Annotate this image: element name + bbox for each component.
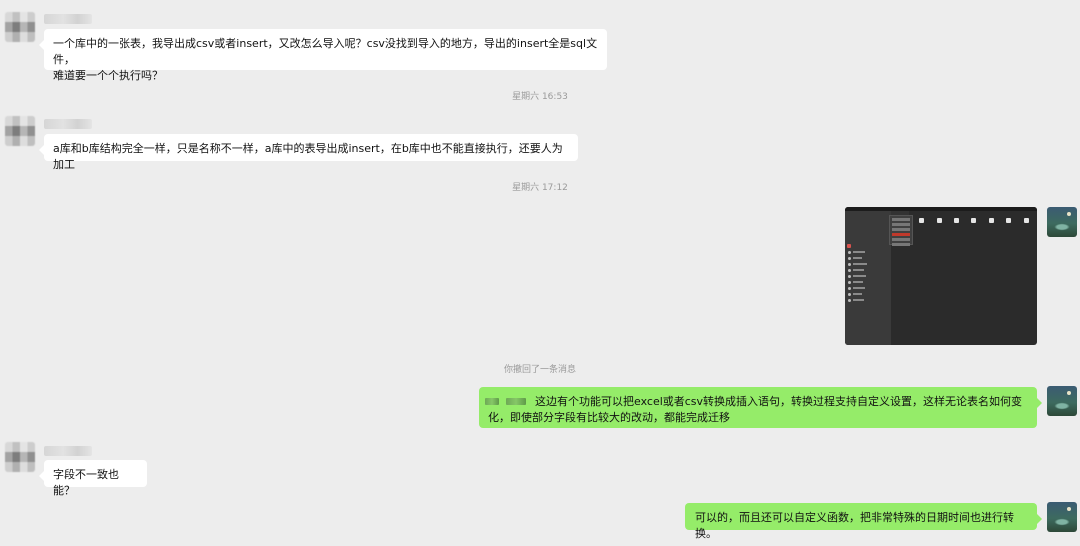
my-avatar[interactable] (1047, 386, 1077, 416)
recall-notice: 你撤回了一条消息 (503, 365, 576, 375)
message-text-line: 这边有个功能可以把excel或者csv转换成插入语句，转换过程支持自定义设置，这… (485, 394, 1028, 410)
screenshot-context-menu (889, 215, 913, 246)
message-text: 可以的，而且还可以自定义函数，把非常特殊的日期时间也进行转换。 (695, 511, 1014, 540)
contact-avatar[interactable] (5, 442, 35, 472)
timestamp: 星期六 16:53 (512, 92, 568, 102)
my-avatar[interactable] (1047, 502, 1077, 532)
contact-nickname-redacted (44, 14, 92, 24)
screenshot-sidebar (845, 211, 891, 345)
my-avatar[interactable] (1047, 207, 1077, 237)
screenshot-toolbar (913, 213, 1035, 227)
message-text: 难道要一个个执行吗？ (53, 69, 163, 82)
incoming-message[interactable]: 一个库中的一张表，我导出成csv或者insert，又改怎么导入呢？csv没找到导… (39, 29, 607, 82)
incoming-message[interactable]: 字段不一致也能？ (39, 460, 147, 497)
contact-avatar[interactable] (5, 116, 35, 146)
contact-nickname-redacted (44, 446, 92, 456)
message-text: a库和b库结构完全一样，只是名称不一样，a库中的表导出成insert，在b库中也… (53, 142, 563, 171)
message-text: 一个库中的一张表，我导出成csv或者insert，又改怎么导入呢？csv没找到导… (53, 37, 598, 66)
message-text: 化，即使部分字段有比较大的改动，都能完成迁移 (488, 411, 730, 424)
redacted-name (506, 398, 526, 405)
message-text: 这边有个功能可以把excel或者csv转换成插入语句，转换过程支持自定义设置，这… (535, 395, 1023, 408)
outgoing-message[interactable]: 可以的，而且还可以自定义函数，把非常特殊的日期时间也进行转换。 (685, 503, 1042, 540)
incoming-message[interactable]: a库和b库结构完全一样，只是名称不一样，a库中的表导出成insert，在b库中也… (39, 134, 578, 171)
redacted-name (485, 398, 499, 405)
outgoing-message[interactable]: 这边有个功能可以把excel或者csv转换成插入语句，转换过程支持自定义设置，这… (479, 387, 1042, 428)
contact-avatar[interactable] (5, 12, 35, 42)
contact-nickname-redacted (44, 119, 92, 129)
timestamp: 星期六 17:12 (512, 183, 568, 193)
image-message-screenshot[interactable] (845, 207, 1037, 345)
message-text: 字段不一致也能？ (53, 468, 119, 497)
